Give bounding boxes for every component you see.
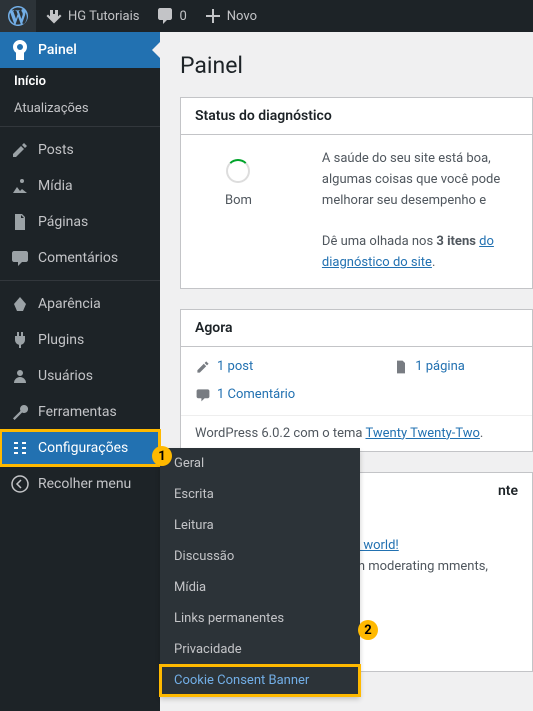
menu-separator: [0, 276, 160, 281]
stat-pages[interactable]: 1 página: [393, 359, 465, 375]
menu-pages[interactable]: Páginas: [0, 204, 160, 240]
stat-posts-label: 1 post: [217, 359, 253, 374]
health-text: A saúde do seu site está boa, algumas co…: [322, 149, 518, 274]
wp-version: WordPress 6.0.2 com o tema Twenty Twenty…: [181, 415, 532, 451]
menu-collapse[interactable]: Recolher menu: [0, 466, 160, 502]
health-desc: A saúde do seu site está boa, algumas co…: [322, 149, 518, 211]
menu-collapse-label: Recolher menu: [38, 476, 131, 492]
step-badge-2: 2: [358, 620, 378, 640]
health-count: 3 itens: [436, 234, 476, 249]
at-a-glance-panel: Agora 1 post 1 página 1 Comentário WordP…: [180, 309, 533, 452]
comments-count-label: 0: [179, 9, 186, 24]
site-name-label: HG Tutoriais: [68, 9, 139, 24]
menu-settings-label: Configurações: [38, 440, 128, 456]
menu-plugins-label: Plugins: [38, 332, 84, 348]
spinner-icon: [226, 159, 250, 183]
flyout-general[interactable]: Geral: [160, 448, 360, 479]
menu-pages-label: Páginas: [38, 214, 88, 230]
menu-users[interactable]: Usuários: [0, 358, 160, 394]
stat-pages-label: 1 página: [415, 359, 465, 374]
menu-tools-label: Ferramentas: [38, 404, 117, 420]
menu-media-label: Mídia: [38, 178, 73, 194]
menu-tools[interactable]: Ferramentas: [0, 394, 160, 430]
menu-media[interactable]: Mídia: [0, 168, 160, 204]
menu-settings[interactable]: Configurações: [0, 430, 160, 466]
flyout-permalinks[interactable]: Links permanentes: [160, 603, 360, 634]
site-name[interactable]: HG Tutoriais: [36, 0, 147, 32]
flyout-cookie-consent[interactable]: Cookie Consent Banner: [160, 665, 360, 696]
menu-dashboard[interactable]: Painel: [0, 32, 160, 68]
health-pre: Dê uma olhada nos: [322, 234, 436, 249]
health-status: Bom: [225, 193, 252, 208]
stat-comments[interactable]: 1 Comentário: [195, 387, 295, 403]
new-content[interactable]: Novo: [195, 0, 265, 32]
step-badge-1: 1: [152, 446, 172, 466]
page-title: Painel: [180, 52, 533, 79]
menu-appearance-label: Aparência: [38, 296, 101, 312]
admin-topbar: HG Tutoriais 0 Novo: [0, 0, 533, 32]
menu-posts-label: Posts: [38, 142, 74, 158]
wp-version-text: WordPress 6.0.2 com o tema: [195, 426, 365, 441]
flyout-reading[interactable]: Leitura: [160, 510, 360, 541]
menu-separator: [0, 122, 160, 127]
flyout-discussion[interactable]: Discussão: [160, 541, 360, 572]
menu-plugins[interactable]: Plugins: [0, 322, 160, 358]
menu-comments-label: Comentários: [38, 250, 118, 266]
submenu-updates[interactable]: Atualizações: [0, 95, 160, 122]
health-indicator: Bom: [195, 149, 282, 218]
theme-link[interactable]: Twenty Twenty-Two: [365, 426, 479, 441]
menu-users-label: Usuários: [38, 368, 93, 384]
site-health-header: Status do diagnóstico: [181, 98, 532, 135]
flyout-privacy[interactable]: Privacidade: [160, 634, 360, 665]
comments-count[interactable]: 0: [147, 0, 194, 32]
stat-posts[interactable]: 1 post: [195, 359, 253, 375]
submenu-home[interactable]: Início: [0, 68, 160, 95]
flyout-writing[interactable]: Escrita: [160, 479, 360, 510]
menu-posts[interactable]: Posts: [0, 132, 160, 168]
flyout-media[interactable]: Mídia: [160, 572, 360, 603]
admin-sidebar: Painel Início Atualizações Posts Mídia P…: [0, 32, 160, 711]
site-health-panel: Status do diagnóstico Bom A saúde do seu…: [180, 97, 533, 289]
settings-flyout: Geral Escrita Leitura Discussão Mídia Li…: [160, 448, 360, 696]
wp-logo[interactable]: [0, 0, 36, 32]
menu-comments[interactable]: Comentários: [0, 240, 160, 276]
new-content-label: Novo: [227, 9, 257, 24]
menu-dashboard-label: Painel: [38, 42, 77, 58]
stat-comments-label: 1 Comentário: [217, 387, 295, 402]
menu-appearance[interactable]: Aparência: [0, 286, 160, 322]
at-a-glance-header: Agora: [181, 310, 532, 347]
